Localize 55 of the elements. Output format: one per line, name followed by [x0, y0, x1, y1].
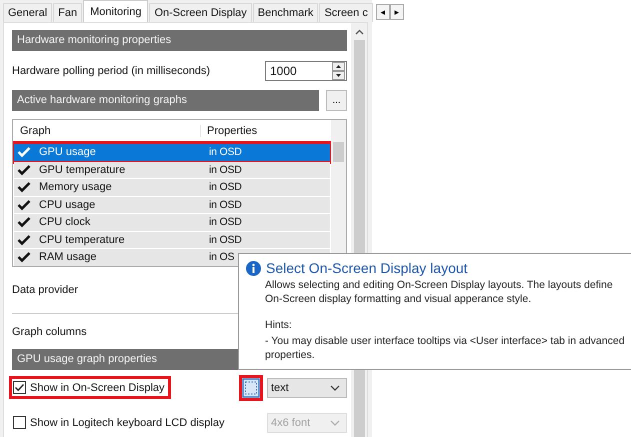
tooltip-text: Allows selecting and editing On-Screen Display layouts. The layouts define On-Screen display formatting and visual apperance style.	[265, 278, 614, 306]
checkbox[interactable]: Show in On-Screen Display	[12, 379, 168, 396]
graph-properties: in OSD	[208, 234, 242, 246]
graph-row[interactable]: GPU temperature in OSD	[14, 162, 330, 178]
section-header: Active hardware monitoring graphs	[12, 90, 319, 111]
graph-properties: in OSD	[208, 216, 242, 228]
tab[interactable]: On-Screen Display	[149, 3, 252, 22]
checkbox-icon[interactable]	[13, 416, 26, 429]
section-header: Hardware monitoring properties	[12, 30, 347, 51]
hints-heading: Hints:	[265, 318, 293, 332]
graph-row[interactable]: CPU usage in OSD	[14, 196, 330, 213]
checkmark-icon[interactable]	[17, 251, 31, 264]
graph-name: Memory usage	[38, 181, 113, 194]
column-header[interactable]: Properties	[201, 125, 258, 137]
graph-name: GPU temperature	[38, 164, 126, 176]
checkbox[interactable]: Show in Logitech keyboard LCD display	[12, 414, 228, 431]
graph-name: CPU temperature	[38, 234, 126, 246]
checkmark-icon[interactable]	[17, 234, 31, 246]
dropdown[interactable]: text	[267, 378, 347, 398]
tab[interactable]: Benchmark	[252, 3, 318, 22]
tab[interactable]: Fan	[53, 3, 82, 22]
scrollbar-thumb[interactable]	[333, 142, 344, 162]
graph-properties: in OS	[208, 251, 234, 264]
data-provider-label: Data provider	[12, 284, 78, 296]
column-header[interactable]: Graph	[13, 125, 201, 137]
checkmark-icon[interactable]	[17, 216, 31, 228]
polling-label: Hardware polling period (in milliseconds)	[12, 65, 210, 77]
graph-row[interactable]: Memory usage in OSD	[14, 179, 330, 196]
spin-arrows-icon[interactable]	[332, 62, 345, 80]
more-button[interactable]: ...	[326, 90, 347, 111]
graph-name: CPU usage	[38, 198, 96, 211]
tab[interactable]: Monitoring	[83, 0, 148, 22]
polling-spin-field[interactable]: 1000	[265, 61, 347, 81]
checkmark-icon[interactable]	[17, 164, 31, 176]
tab-scroll-button[interactable]: ▸	[390, 4, 404, 20]
graph-row[interactable]: CPU clock in OSD	[14, 214, 330, 230]
graph-name: RAM usage	[38, 251, 98, 264]
checkbox-icon[interactable]	[13, 381, 26, 394]
checkmark-icon[interactable]	[17, 181, 31, 194]
scroll-up-icon[interactable]	[354, 29, 364, 35]
graph-row[interactable]: CPU temperature in OSD	[14, 232, 330, 248]
graph-properties: in OSD	[208, 146, 242, 158]
graph-name: GPU usage	[38, 146, 97, 158]
graph-properties: in OSD	[208, 198, 242, 211]
graph-properties: in OSD	[208, 181, 242, 194]
tab[interactable]: General	[3, 3, 52, 22]
chevron-down-icon[interactable]	[330, 384, 340, 390]
graph-properties: in OSD	[208, 164, 242, 176]
graph-name: CPU clock	[38, 216, 92, 228]
graph-columns-label: Graph columns	[12, 326, 87, 338]
checkmark-icon[interactable]	[17, 198, 31, 211]
tab[interactable]: Screen c	[319, 3, 373, 22]
tab-scroll-button[interactable]: ◂	[376, 4, 390, 20]
info-icon	[246, 260, 261, 276]
graph-row[interactable]: GPU usage in OSD	[14, 144, 330, 160]
